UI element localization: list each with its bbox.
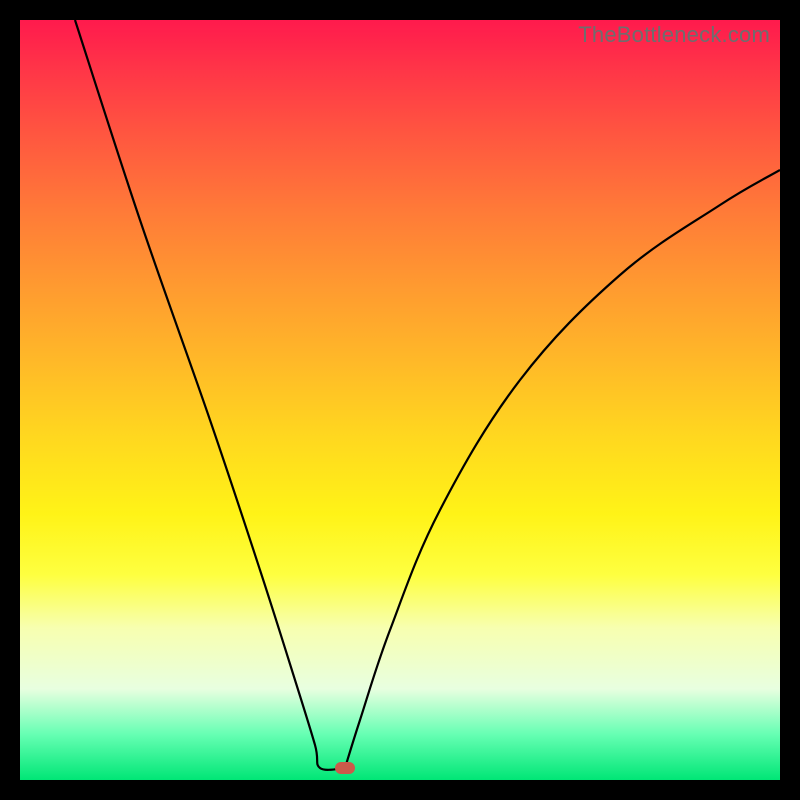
- watermark-label: TheBottleneck.com: [578, 22, 770, 48]
- chart-frame: TheBottleneck.com: [20, 20, 780, 780]
- curve-left: [75, 20, 345, 770]
- optimal-marker: [335, 762, 355, 774]
- bottleneck-curve: [20, 20, 780, 780]
- curve-right: [345, 170, 780, 768]
